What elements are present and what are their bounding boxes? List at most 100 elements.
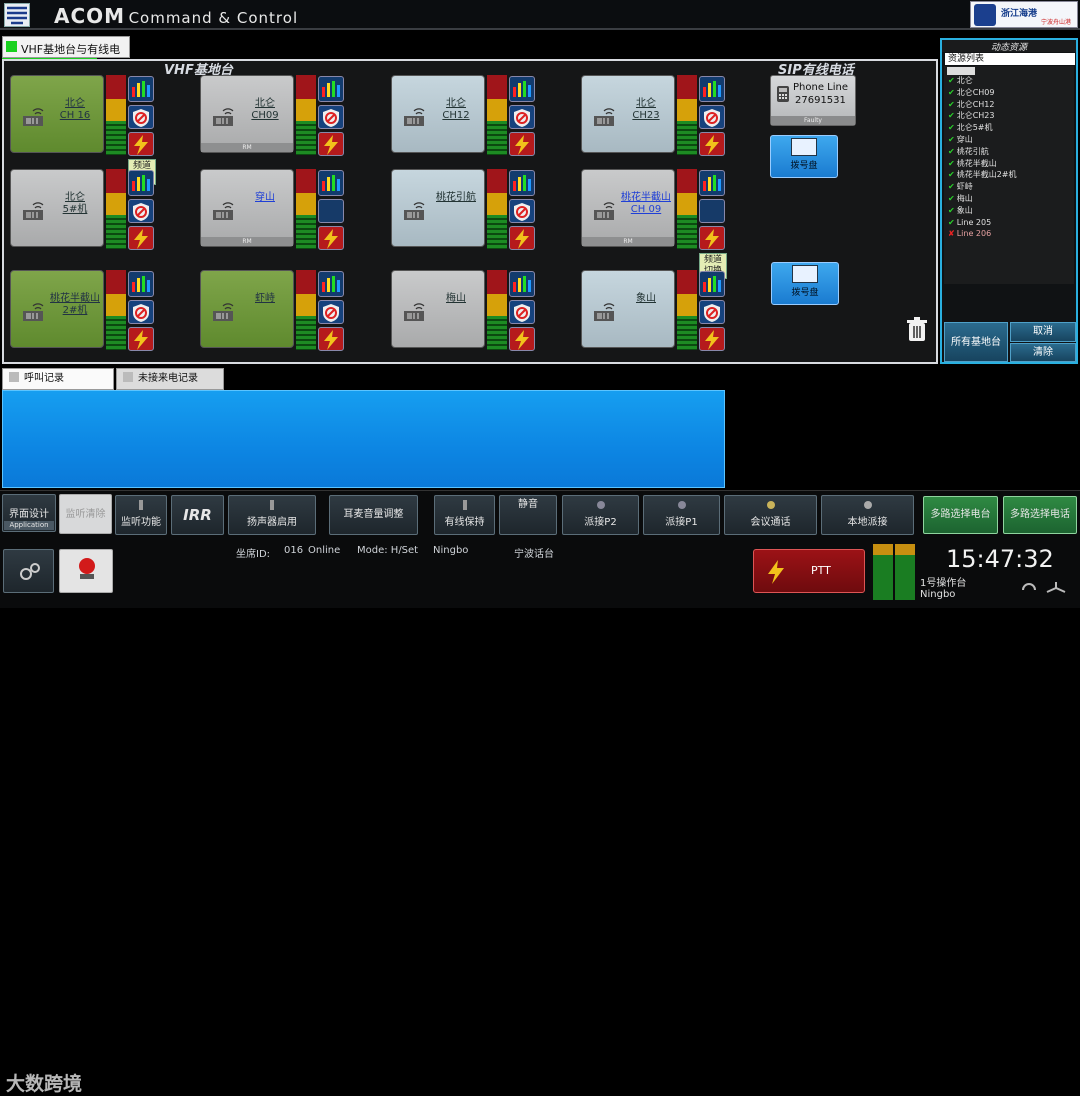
- resource-item[interactable]: ✘ Line 206: [944, 228, 1074, 240]
- resource-item[interactable]: ✔ 桃花半截山: [944, 158, 1074, 170]
- resource-item[interactable]: ✔ 穿山: [944, 134, 1074, 146]
- empty-slot-button[interactable]: [318, 199, 344, 223]
- trash-icon[interactable]: [905, 317, 929, 343]
- station-tile[interactable]: 虾峙: [200, 270, 294, 348]
- station-tile[interactable]: 象山: [581, 270, 675, 348]
- shield-icon: [514, 203, 530, 221]
- station-tile[interactable]: 穿山 RM: [200, 169, 294, 247]
- disable-button[interactable]: [128, 199, 154, 223]
- dialpad-button-1[interactable]: 拨号盘: [770, 135, 838, 178]
- resource-item[interactable]: ✔ 桃花半截山2#机: [944, 169, 1074, 181]
- control-bar: 界面设计 Application 监听清除 监听功能 IRR 扬声器启用 耳麦音…: [0, 490, 1080, 1095]
- signal-bars-button[interactable]: [699, 76, 725, 102]
- signal-bars-button[interactable]: [318, 76, 344, 102]
- disable-button[interactable]: [318, 105, 344, 129]
- hold-button[interactable]: 有线保持: [434, 495, 495, 535]
- speaker-enable-button[interactable]: 扬声器启用: [228, 495, 316, 535]
- dispatch-p1-button[interactable]: 派接P1: [643, 495, 720, 535]
- alarm-button[interactable]: [59, 549, 113, 593]
- resource-item[interactable]: ✔ 北仑CH09: [944, 87, 1074, 99]
- signal-bars-button[interactable]: [128, 76, 154, 102]
- ui-design-button[interactable]: 界面设计 Application: [2, 494, 56, 532]
- transmit-button[interactable]: [509, 327, 535, 351]
- disable-button[interactable]: [509, 105, 535, 129]
- transmit-button[interactable]: [128, 226, 154, 250]
- transmit-button[interactable]: [128, 132, 154, 156]
- multi-select-phone-button[interactable]: 多路选择电话: [1003, 496, 1077, 534]
- station-tile[interactable]: 北仑 CH12: [391, 75, 485, 153]
- signal-bars-button[interactable]: [699, 271, 725, 297]
- disable-button[interactable]: [318, 300, 344, 324]
- station-tile[interactable]: 北仑 CH 16: [10, 75, 104, 153]
- all-base-stations-button[interactable]: 所有基地台: [944, 322, 1008, 362]
- station-tile[interactable]: 桃花引航: [391, 169, 485, 247]
- conference-button[interactable]: 会议通话: [724, 495, 817, 535]
- station-tile[interactable]: 桃花半截山 CH 09 RM: [581, 169, 675, 247]
- resource-item[interactable]: ✔ 北仑CH23: [944, 110, 1074, 122]
- headset-volume-button[interactable]: 耳麦音量调整: [329, 495, 418, 535]
- lightning-icon: [515, 229, 529, 249]
- transmit-button[interactable]: [318, 132, 344, 156]
- irr-button[interactable]: IRR: [171, 495, 224, 535]
- tab-missed-calls[interactable]: 未接来电记录: [116, 368, 224, 390]
- station-tile[interactable]: 北仑 5#机: [10, 169, 104, 247]
- signal-bars-button[interactable]: [699, 170, 725, 196]
- disable-button[interactable]: [128, 300, 154, 324]
- resource-item[interactable]: ✔ 北仑CH12: [944, 99, 1074, 111]
- monitor-function-button[interactable]: 监听功能: [115, 495, 167, 535]
- disable-button[interactable]: [128, 105, 154, 129]
- transmit-button[interactable]: [699, 132, 725, 156]
- transmit-button[interactable]: [509, 132, 535, 156]
- tab-vhf-sip[interactable]: VHF基地台与有线电话: [2, 36, 130, 72]
- signal-bars-button[interactable]: [128, 271, 154, 297]
- dialpad-button-2[interactable]: 拨号盘: [771, 262, 839, 305]
- empty-slot-button[interactable]: [699, 199, 725, 223]
- signal-bars-icon: [703, 175, 721, 191]
- headset-icon: [139, 500, 143, 510]
- multi-select-station-button[interactable]: 多路选择电台: [923, 496, 998, 534]
- radio-station-icon: [592, 106, 616, 128]
- signal-bars-button[interactable]: [318, 170, 344, 196]
- sip-phone-line[interactable]: Phone Line 27691531 Faulty: [770, 75, 856, 126]
- cancel-button[interactable]: 取消: [1010, 322, 1076, 342]
- resource-item[interactable]: ✔ 北仑: [944, 75, 1074, 87]
- local-dispatch-button[interactable]: 本地派接: [821, 495, 914, 535]
- station-tile[interactable]: 北仑 CH23: [581, 75, 675, 153]
- disable-button[interactable]: [699, 105, 725, 129]
- transmit-button[interactable]: [318, 327, 344, 351]
- resource-item[interactable]: ✔ 北仑5#机: [944, 122, 1074, 134]
- tab-call-records[interactable]: 呼叫记录: [2, 368, 114, 390]
- resource-item[interactable]: ✔ 虾峙: [944, 181, 1074, 193]
- transmit-button[interactable]: [509, 226, 535, 250]
- transmit-button[interactable]: [128, 327, 154, 351]
- ptt-button[interactable]: PTT: [753, 549, 865, 593]
- station-tile[interactable]: 北仑 CH09 RM: [200, 75, 294, 153]
- call-log-area[interactable]: [2, 390, 725, 488]
- signal-bars-button[interactable]: [509, 271, 535, 297]
- transmit-button[interactable]: [318, 226, 344, 250]
- disable-button[interactable]: [509, 300, 535, 324]
- resources-tree[interactable]: ✔ 北仑 ✔ 北仑CH09 ✔ 北仑CH12 ✔ 北仑CH23 ✔ 北仑5#机 ✔ 穿山 ✔ 桃花引航 ✔ 桃…: [944, 66, 1074, 284]
- station-tile[interactable]: 梅山: [391, 270, 485, 348]
- tab-checkbox-icon: [123, 372, 133, 382]
- station-tile[interactable]: 桃花半截山 2#机: [10, 270, 104, 348]
- resource-item[interactable]: ✔ 梅山: [944, 193, 1074, 205]
- signal-bars-icon: [703, 276, 721, 292]
- resource-item[interactable]: ✔ Line 205: [944, 217, 1074, 229]
- signal-bars-button[interactable]: [318, 271, 344, 297]
- transmit-button[interactable]: [699, 327, 725, 351]
- disable-button[interactable]: [699, 300, 725, 324]
- dispatch-p2-button[interactable]: 派接P2: [562, 495, 639, 535]
- signal-bars-button[interactable]: [509, 170, 535, 196]
- settings-button[interactable]: [3, 549, 54, 593]
- transmit-button[interactable]: [699, 226, 725, 250]
- signal-bars-button[interactable]: [128, 170, 154, 196]
- signal-bars-button[interactable]: [509, 76, 535, 102]
- resource-item[interactable]: ✔ 桃花引航: [944, 146, 1074, 158]
- mute-button[interactable]: 静音: [499, 495, 557, 535]
- monitor-clear-button[interactable]: 监听清除: [59, 494, 112, 534]
- clear-button[interactable]: 清除: [1010, 343, 1076, 362]
- signal-level-meter: [106, 75, 126, 155]
- disable-button[interactable]: [509, 199, 535, 223]
- resource-item[interactable]: ✔ 象山: [944, 205, 1074, 217]
